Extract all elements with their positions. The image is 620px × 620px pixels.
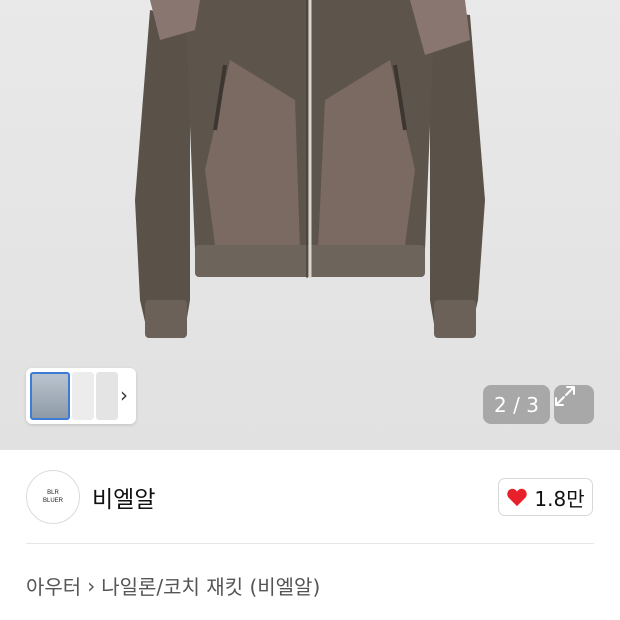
thumbnail-strip[interactable]: › (26, 368, 136, 424)
divider (26, 543, 594, 544)
chevron-right-icon[interactable]: › (120, 383, 128, 407)
expand-button[interactable] (554, 385, 594, 424)
seller-name[interactable]: 비엘알 (92, 480, 155, 514)
seller-row: BLR BLUER 비엘알 1.8만 (0, 450, 620, 545)
like-button[interactable]: 1.8만 (498, 478, 593, 516)
seller-logo[interactable]: BLR BLUER (26, 470, 80, 524)
logo-text-line1: BLR (47, 490, 59, 496)
thumbnail-3[interactable] (96, 372, 118, 420)
image-counter: 2 / 3 (483, 385, 550, 424)
breadcrumb-subcategory[interactable]: 나일론/코치 재킷 (비엘알) (101, 571, 320, 600)
breadcrumb-separator: › (87, 573, 96, 598)
breadcrumb: 아우터 › 나일론/코치 재킷 (비엘알) (26, 571, 320, 600)
thumbnail-2[interactable] (72, 372, 94, 420)
logo-text-line2: BLUER (42, 498, 63, 504)
thumbnail-1[interactable] (30, 372, 70, 420)
heart-icon (507, 488, 528, 507)
product-image-carousel[interactable]: › 2 / 3 (0, 0, 620, 450)
breadcrumb-category[interactable]: 아우터 (26, 571, 81, 600)
expand-arrows-icon (555, 386, 575, 406)
like-count: 1.8만 (534, 486, 585, 511)
